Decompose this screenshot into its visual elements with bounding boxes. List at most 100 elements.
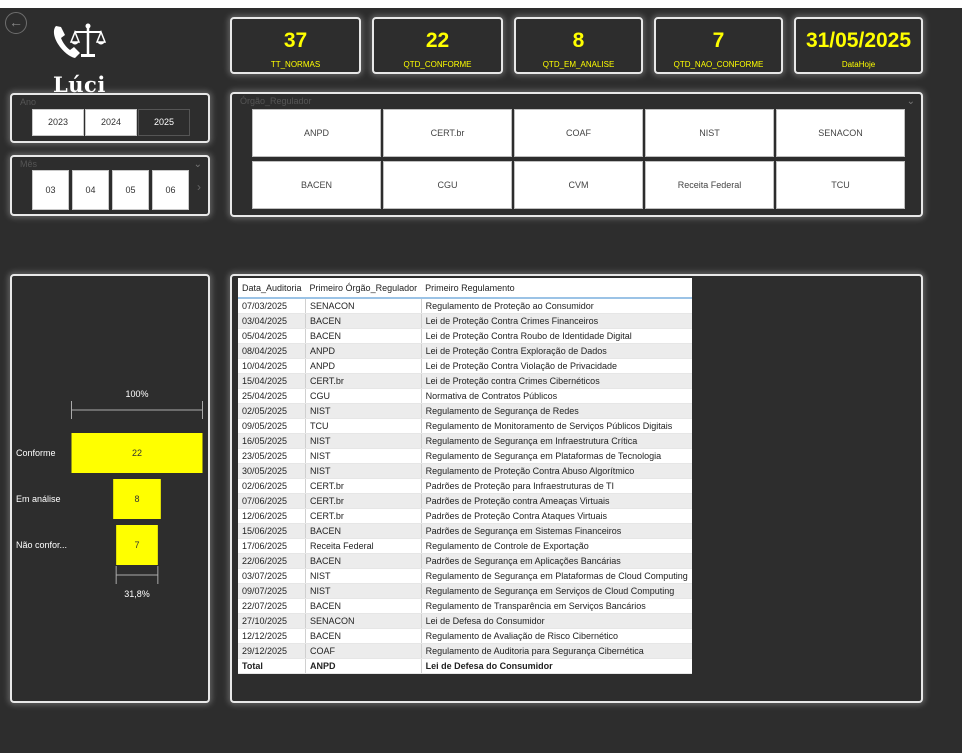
- month-option-03[interactable]: 03: [32, 170, 69, 210]
- cell-orgao-regulador: NIST: [305, 433, 422, 449]
- chevron-down-icon[interactable]: ⌄: [194, 159, 202, 170]
- month-slicer: Mês ⌄ 03 04 05 06 ›: [10, 155, 210, 216]
- table-row[interactable]: 09/05/2025 TCU Regulamento de Monitorament…: [238, 418, 692, 434]
- chevron-right-icon[interactable]: ›: [197, 180, 201, 194]
- funnel-bottom-label: 31,8%: [124, 589, 150, 599]
- cell-regulamento: Padrões de Proteção para Infraestruturas…: [421, 478, 692, 494]
- funnel-chart-panel: 100% 22 Conforme 8 Em análise 7 Não confor... 3…: [10, 274, 210, 703]
- table-row[interactable]: 27/10/2025 SENACON Lei de Defesa do Consum…: [238, 613, 692, 629]
- year-option-2023[interactable]: 2023: [32, 109, 84, 136]
- table-row[interactable]: 23/05/2025 NIST Regulamento de Segurança e…: [238, 448, 692, 464]
- cell-regulamento: Lei de Proteção contra Crimes Cibernétic…: [421, 373, 692, 389]
- cell-orgao-regulador: ANPD: [305, 358, 422, 374]
- cell-regulamento: Lei de Defesa do Consumidor: [421, 613, 692, 629]
- cell-orgao-regulador: BACEN: [305, 523, 422, 539]
- slicer-title: Mês: [20, 159, 38, 169]
- cell-regulamento: Regulamento de Proteção Contra Abuso Alg…: [421, 463, 692, 479]
- cell-orgao-regulador: Receita Federal: [305, 538, 422, 554]
- cell-data-auditoria: 12/12/2025: [238, 628, 307, 644]
- column-header-regulamento[interactable]: Primeiro Regulamento: [421, 278, 692, 299]
- slicer-title: Ano: [20, 97, 37, 107]
- cell-data-auditoria: 09/07/2025: [238, 583, 307, 599]
- cell-orgao-regulador: CERT.br: [305, 493, 422, 509]
- funnel-top-label: 100%: [125, 389, 148, 399]
- table-row[interactable]: 12/06/2025 CERT.br Padrões de Proteção Con…: [238, 508, 692, 524]
- table-row[interactable]: 15/06/2025 BACEN Padrões de Segurança em S…: [238, 523, 692, 539]
- table-row[interactable]: 22/07/2025 BACEN Regulamento de Transparên…: [238, 598, 692, 614]
- cell-data-auditoria: 15/04/2025: [238, 373, 307, 389]
- orgao-option-bacen[interactable]: BACEN: [252, 161, 381, 209]
- month-option-04[interactable]: 04: [72, 170, 109, 210]
- table-row[interactable]: 07/06/2025 CERT.br Padrões de Proteção con…: [238, 493, 692, 509]
- table-row[interactable]: 16/05/2025 NIST Regulamento de Segurança e…: [238, 433, 692, 449]
- cell-regulamento: Lei de Proteção Contra Crimes Financeiro…: [421, 313, 692, 329]
- cell-regulamento: Regulamento de Proteção ao Consumidor: [421, 298, 692, 314]
- year-option-2025[interactable]: 2025: [138, 109, 190, 136]
- cell-orgao-regulador: CERT.br: [305, 478, 422, 494]
- funnel-chart: 100% 22 Conforme 8 Em análise 7 Não confor... 3…: [16, 389, 203, 599]
- cell-regulamento: Regulamento de Segurança em Plataformas …: [421, 568, 692, 584]
- cell-data-auditoria: 10/04/2025: [238, 358, 307, 374]
- cell-orgao-regulador: SENACON: [305, 298, 422, 314]
- table-row[interactable]: 30/05/2025 NIST Regulamento de Proteção Co…: [238, 463, 692, 479]
- table-row[interactable]: 05/04/2025 BACEN Lei de Proteção Contra Ro…: [238, 328, 692, 344]
- table-row[interactable]: 02/05/2025 NIST Regulamento de Segurança d…: [238, 403, 692, 419]
- orgao-option-senacon[interactable]: SENACON: [776, 109, 905, 157]
- orgao-regulador-slicer: Órgão_Regulador ⌄ ANPD CERT.br COAF NIST…: [230, 92, 923, 217]
- table-row[interactable]: 07/03/2025 SENACON Regulamento de Proteção…: [238, 298, 692, 314]
- table-row[interactable]: 12/12/2025 BACEN Regulamento de Avaliação …: [238, 628, 692, 644]
- orgao-option-coaf[interactable]: COAF: [514, 109, 643, 157]
- kpi-card-data-hoje: 31/05/2025 DataHoje: [794, 17, 923, 74]
- table-row[interactable]: 02/06/2025 CERT.br Padrões de Proteção par…: [238, 478, 692, 494]
- orgao-option-cvm[interactable]: CVM: [514, 161, 643, 209]
- year-slicer: Ano 2023 2024 2025: [10, 93, 210, 143]
- cell-orgao-regulador: NIST: [305, 403, 422, 419]
- cell-data-auditoria: 03/07/2025: [238, 568, 307, 584]
- table-row[interactable]: 03/07/2025 NIST Regulamento de Segurança e…: [238, 568, 692, 584]
- table-row[interactable]: 03/04/2025 BACEN Lei de Proteção Contra Cr…: [238, 313, 692, 329]
- total-regulamento: Lei de Defesa do Consumidor: [421, 657, 692, 674]
- cell-orgao-regulador: CERT.br: [305, 508, 422, 524]
- cell-data-auditoria: 07/03/2025: [238, 298, 307, 314]
- orgao-option-cert-br[interactable]: CERT.br: [383, 109, 512, 157]
- cell-regulamento: Padrões de Segurança em Sistemas Finance…: [421, 523, 692, 539]
- cell-data-auditoria: 02/05/2025: [238, 403, 307, 419]
- total-label: Total: [238, 657, 307, 674]
- kpi-label: QTD_EM_ANALISE: [542, 60, 615, 69]
- year-option-2024[interactable]: 2024: [85, 109, 137, 136]
- table-row[interactable]: 17/06/2025 Receita Federal Regulamento de …: [238, 538, 692, 554]
- orgao-option-tcu[interactable]: TCU: [776, 161, 905, 209]
- orgao-option-nist[interactable]: NIST: [645, 109, 774, 157]
- table-row[interactable]: 29/12/2025 COAF Regulamento de Auditoria p…: [238, 643, 692, 659]
- table-row[interactable]: 25/04/2025 CGU Normativa de Contratos Públ…: [238, 388, 692, 404]
- cell-regulamento: Regulamento de Segurança em Infraestrutu…: [421, 433, 692, 449]
- table-row[interactable]: 08/04/2025 ANPD Lei de Proteção Contra Exp…: [238, 343, 692, 359]
- table-row[interactable]: 15/04/2025 CERT.br Lei de Proteção contra …: [238, 373, 692, 389]
- cell-data-auditoria: 17/06/2025: [238, 538, 307, 554]
- table-header-row: Data_Auditoria Primeiro Órgão_Regulador …: [238, 278, 692, 299]
- cell-orgao-regulador: NIST: [305, 463, 422, 479]
- cell-orgao-regulador: CGU: [305, 388, 422, 404]
- column-header-data-auditoria[interactable]: Data_Auditoria: [238, 278, 306, 299]
- column-header-orgao-regulador[interactable]: Primeiro Órgão_Regulador: [305, 278, 422, 299]
- cell-regulamento: Regulamento de Avaliação de Risco Cibern…: [421, 628, 692, 644]
- back-arrow-icon[interactable]: ←: [5, 12, 27, 34]
- chevron-down-icon[interactable]: ⌄: [907, 96, 915, 107]
- table-row[interactable]: 09/07/2025 NIST Regulamento de Segurança e…: [238, 583, 692, 599]
- orgao-option-cgu[interactable]: CGU: [383, 161, 512, 209]
- cell-regulamento: Regulamento de Segurança de Redes: [421, 403, 692, 419]
- table-row[interactable]: 22/06/2025 BACEN Padrões de Segurança em A…: [238, 553, 692, 569]
- audit-table-wrapper: Data_Auditoria Primeiro Órgão_Regulador …: [238, 278, 692, 674]
- cell-regulamento: Regulamento de Auditoria para Segurança …: [421, 643, 692, 659]
- audit-table-panel: Data_Auditoria Primeiro Órgão_Regulador …: [230, 274, 923, 703]
- cell-regulamento: Lei de Proteção Contra Roubo de Identida…: [421, 328, 692, 344]
- cell-regulamento: Padrões de Proteção contra Ameaças Virtu…: [421, 493, 692, 509]
- audit-table: Data_Auditoria Primeiro Órgão_Regulador …: [238, 278, 692, 674]
- orgao-option-receita-federal[interactable]: Receita Federal: [645, 161, 774, 209]
- table-row[interactable]: 10/04/2025 ANPD Lei de Proteção Contra Vio…: [238, 358, 692, 374]
- cell-data-auditoria: 30/05/2025: [238, 463, 307, 479]
- month-option-05[interactable]: 05: [112, 170, 149, 210]
- orgao-option-anpd[interactable]: ANPD: [252, 109, 381, 157]
- cell-data-auditoria: 12/06/2025: [238, 508, 307, 524]
- month-option-06[interactable]: 06: [152, 170, 189, 210]
